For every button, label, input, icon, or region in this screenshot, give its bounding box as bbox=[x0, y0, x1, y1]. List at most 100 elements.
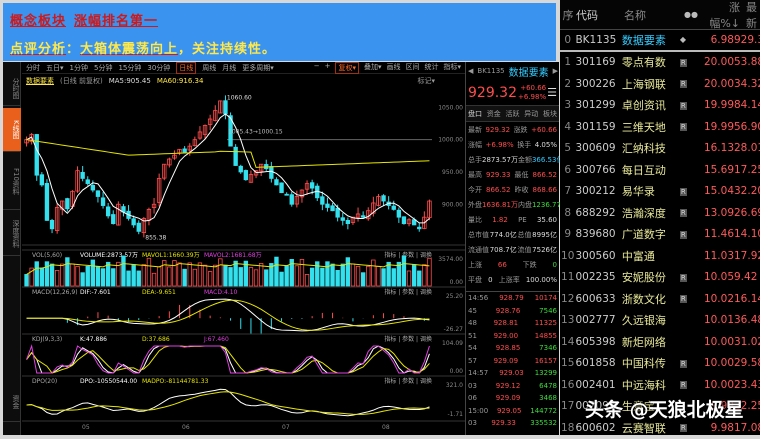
row-latest: 17.25 bbox=[734, 163, 760, 176]
list-row[interactable]: 16002401 中远海科 R 10.0023.43 bbox=[560, 374, 760, 396]
volume-bar bbox=[345, 257, 351, 287]
candle-body bbox=[80, 171, 85, 179]
tick-volume: 3468 bbox=[539, 394, 557, 403]
sidebar-item-kline[interactable]: K线图 bbox=[3, 108, 21, 152]
list-row[interactable]: 1301169 零点有数 R 20.0053.88 bbox=[560, 52, 760, 74]
sector-stock-list: 序 代码 名称 ●● 涨幅%↓ 最新 0BK1135 数据要素 ◆ 6.98929.3… bbox=[560, 0, 760, 435]
panel-tools[interactable]: 指标 | 参数 | 调换 bbox=[384, 288, 432, 296]
period-tab[interactable]: 周线 bbox=[202, 63, 216, 73]
list-row[interactable]: 11 002235 安妮股份 R 10.05 9.42 bbox=[560, 267, 760, 289]
list-row[interactable]: 6300766 每日互动 15.6917.25 bbox=[560, 159, 760, 181]
quote-tab[interactable]: 板块 bbox=[543, 109, 557, 119]
tick-volume: 335532 bbox=[530, 419, 557, 428]
period-tab[interactable]: 5分钟 bbox=[94, 63, 112, 73]
list-row[interactable]: 13002777 久远银海 10.0136.48 bbox=[560, 310, 760, 332]
date-axis-label: 05 bbox=[82, 424, 90, 431]
row-name: 卓创资讯 bbox=[621, 99, 666, 113]
tick-time: 14:56 bbox=[468, 294, 489, 303]
kline-chart-area[interactable]: 分时图 K线图 F10资料 深度资料 资金 分时 五日▾ 1分钟 5分钟 15分… bbox=[3, 61, 465, 435]
panel-tools[interactable]: 指标 | 参数 | 调换 bbox=[384, 335, 432, 343]
range-button[interactable]: 区间 bbox=[405, 62, 419, 74]
col-latest[interactable]: 最新 bbox=[740, 0, 760, 31]
next-arrow-icon[interactable]: ▶ bbox=[553, 67, 558, 75]
list-row[interactable]: 12600633 浙数文化 R 10.0216.14 bbox=[560, 288, 760, 310]
list-row[interactable]: 9839680 广道数字 R 11.4614.10 bbox=[560, 224, 760, 246]
row-code: 300609 bbox=[575, 142, 616, 155]
tick-volume: 13299 bbox=[534, 369, 557, 378]
period-tab[interactable]: 30分钟 bbox=[147, 63, 170, 73]
mark-dropdown[interactable]: 标记▾ bbox=[417, 76, 465, 86]
list-row[interactable]: 0BK1135 数据要素 ◆ 6.98929.32 bbox=[560, 30, 760, 52]
volume-bar bbox=[253, 269, 259, 287]
indicator-button[interactable]: 指标▾ bbox=[443, 62, 461, 74]
volume-bar bbox=[427, 257, 432, 287]
volume-bar bbox=[422, 264, 427, 287]
period-tab[interactable]: 1分钟 bbox=[70, 63, 88, 73]
banner-title-a: 概念板块 bbox=[10, 14, 67, 29]
adjust-button[interactable]: 复权▾ bbox=[335, 61, 359, 74]
col-change-pct[interactable]: 涨幅%↓ bbox=[704, 0, 740, 31]
list-header: 序 代码 名称 ●● 涨幅%↓ 最新 bbox=[560, 0, 760, 30]
period-tab[interactable]: 15分钟 bbox=[118, 63, 141, 73]
quote-label: 总手 bbox=[468, 155, 482, 164]
quote-tab[interactable]: 异动 bbox=[524, 109, 538, 119]
tick-price: 929.33 bbox=[491, 419, 516, 428]
row-change-pct: 9.98 bbox=[710, 421, 734, 434]
volume-bar bbox=[401, 255, 407, 287]
list-row[interactable]: 14605398 新炬网络 10.0031.02 bbox=[560, 331, 760, 353]
period-tab[interactable]: 分时 bbox=[26, 63, 40, 73]
sidebar-item-funds[interactable]: 资金 bbox=[3, 382, 21, 422]
candle-body bbox=[136, 222, 141, 232]
zoom-out-button[interactable]: − bbox=[314, 62, 320, 74]
stats-button[interactable]: 统计 bbox=[424, 62, 438, 74]
sidebar-item-timeshare[interactable]: 分时图 bbox=[3, 72, 21, 106]
chart-mode[interactable]: (日线 前复权) bbox=[60, 76, 103, 86]
row-code: 300212 bbox=[575, 185, 616, 198]
quote-price: 929.32 bbox=[468, 84, 517, 101]
tick-row: 06 929.09 3468 bbox=[466, 392, 559, 405]
list-row[interactable]: 7300212 易华录 R 15.0432.20 bbox=[560, 181, 760, 203]
quote-value: 4.05% bbox=[534, 140, 557, 149]
panel-tools[interactable]: 指标 | 参数 | 调换 bbox=[384, 377, 432, 385]
period-tab[interactable]: 五日▾ bbox=[46, 63, 64, 73]
sidebar-item-f10[interactable]: F10资料 bbox=[3, 154, 21, 210]
col-index[interactable]: 序 bbox=[560, 7, 576, 23]
zoom-in-button[interactable]: + bbox=[325, 62, 331, 74]
draw-button[interactable]: 画线 bbox=[386, 62, 400, 74]
quote-tab[interactable]: 资金 bbox=[487, 109, 501, 119]
volume-bar bbox=[284, 265, 289, 287]
candle-body bbox=[279, 182, 284, 194]
list-row[interactable]: 4301159 三维天地 R 19.9956.90 bbox=[560, 116, 760, 138]
panel-tools[interactable]: 指标 | 参数 | 调换 bbox=[384, 251, 432, 259]
period-tab[interactable]: 月线 bbox=[222, 63, 236, 73]
quote-tab[interactable]: 盘口 bbox=[468, 109, 482, 119]
row-latest: 17.08 bbox=[734, 421, 760, 434]
row-flag: R bbox=[679, 79, 699, 89]
quote-row: 最新 929.32 涨跌 +60.66 bbox=[466, 122, 559, 137]
menu-icon[interactable]: ☰ bbox=[547, 86, 557, 99]
quote-tabs: 盘口 资金 活跃 异动 板块 bbox=[466, 106, 559, 122]
volume-bar bbox=[248, 267, 254, 287]
quote-value: 866.52 bbox=[486, 185, 511, 194]
col-name[interactable]: 名称 bbox=[624, 7, 684, 23]
list-row[interactable]: 3301299 卓创资讯 R 19.9984.14 bbox=[560, 95, 760, 117]
quote-name: 数据要素 bbox=[508, 67, 549, 79]
list-row[interactable]: 15601858 中国科传 R 10.0029.58 bbox=[560, 353, 760, 375]
col-flags[interactable]: ●● bbox=[684, 10, 704, 19]
sidebar-item-depth[interactable]: 深度资料 bbox=[3, 212, 21, 256]
list-row[interactable]: 8688292 浩瀚深度 R 13.0926.69 bbox=[560, 202, 760, 224]
list-row[interactable]: 5300609 汇纳科技 16.1328.01 bbox=[560, 138, 760, 160]
row-index: 16 bbox=[561, 378, 575, 391]
period-tab[interactable]: 更多周期▾ bbox=[242, 63, 274, 73]
col-code[interactable]: 代码 bbox=[576, 7, 624, 23]
date-axis-label: 07 bbox=[282, 424, 290, 431]
row-name: 每日互动 bbox=[621, 163, 666, 177]
volume-bar bbox=[202, 264, 208, 287]
period-tab-daily[interactable]: 日线 bbox=[176, 61, 197, 74]
quote-tab[interactable]: 活跃 bbox=[506, 109, 520, 119]
quote-value: 866.52 bbox=[532, 170, 558, 179]
list-row[interactable]: 2300226 上海钢联 R 20.0034.32 bbox=[560, 73, 760, 95]
overlay-button[interactable]: 叠加▾ bbox=[364, 62, 382, 74]
prev-arrow-icon[interactable]: ◀ bbox=[468, 67, 473, 75]
list-row[interactable]: 10300560 中富通 11.0317.92 bbox=[560, 245, 760, 267]
